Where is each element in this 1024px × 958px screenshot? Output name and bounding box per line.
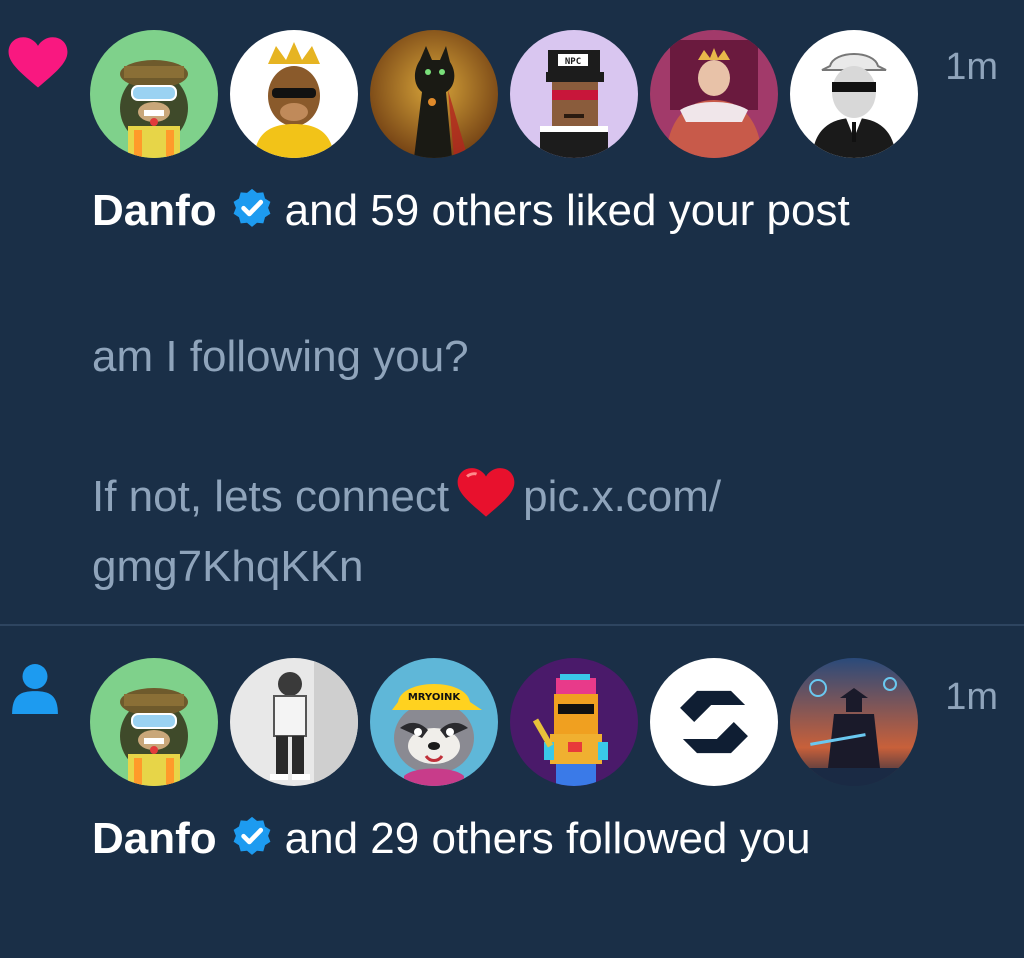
post-preview[interactable]: am I following you? If not, lets connect…	[92, 322, 972, 602]
avatar[interactable]: MRYOINK	[370, 658, 498, 786]
avatar[interactable]	[650, 658, 778, 786]
notification-headline: Danfo and 59 others liked your post	[92, 176, 972, 246]
avatar[interactable]: NPC	[510, 30, 638, 158]
avatar[interactable]	[90, 30, 218, 158]
person-icon	[12, 664, 58, 714]
post-line: If not, lets connect	[92, 472, 450, 521]
notification-headline: Danfo and 29 others followed you	[92, 804, 972, 874]
avatar[interactable]	[370, 30, 498, 158]
user-name-link[interactable]: Danfo	[92, 814, 217, 863]
heart-icon	[8, 37, 68, 88]
notification-action-text: and 29 others followed you	[284, 814, 811, 863]
cap-label: MRYOINK	[408, 692, 462, 703]
user-name-link[interactable]: Danfo	[92, 186, 217, 235]
post-line: am I following you?	[92, 332, 469, 381]
avatar[interactable]	[650, 30, 778, 158]
timestamp: 1m	[945, 676, 998, 718]
avatar[interactable]	[790, 30, 918, 158]
avatar[interactable]	[230, 30, 358, 158]
npc-cap-label: NPC	[565, 57, 581, 67]
avatar[interactable]	[790, 658, 918, 786]
timestamp: 1m	[945, 46, 998, 88]
image-link[interactable]: pic.x.com/	[523, 472, 721, 521]
avatar[interactable]	[230, 658, 358, 786]
like-notification[interactable]: NPC 1m Danfo and 59 others liked your po…	[0, 0, 1024, 624]
follower-avatars: MRYOINK	[90, 658, 918, 786]
image-link-continued[interactable]: gmg7KhqKKn	[92, 532, 972, 602]
follow-notification[interactable]: MRYOINK 1m Danfo and 29 others followed …	[0, 626, 1024, 958]
avatar[interactable]	[510, 658, 638, 786]
liker-avatars: NPC	[90, 30, 918, 158]
notification-action-text: and 59 others liked your post	[284, 186, 850, 235]
verified-badge-icon	[233, 816, 271, 855]
verified-badge-icon	[233, 188, 271, 227]
avatar[interactable]	[90, 658, 218, 786]
red-heart-emoji-icon	[457, 468, 515, 517]
